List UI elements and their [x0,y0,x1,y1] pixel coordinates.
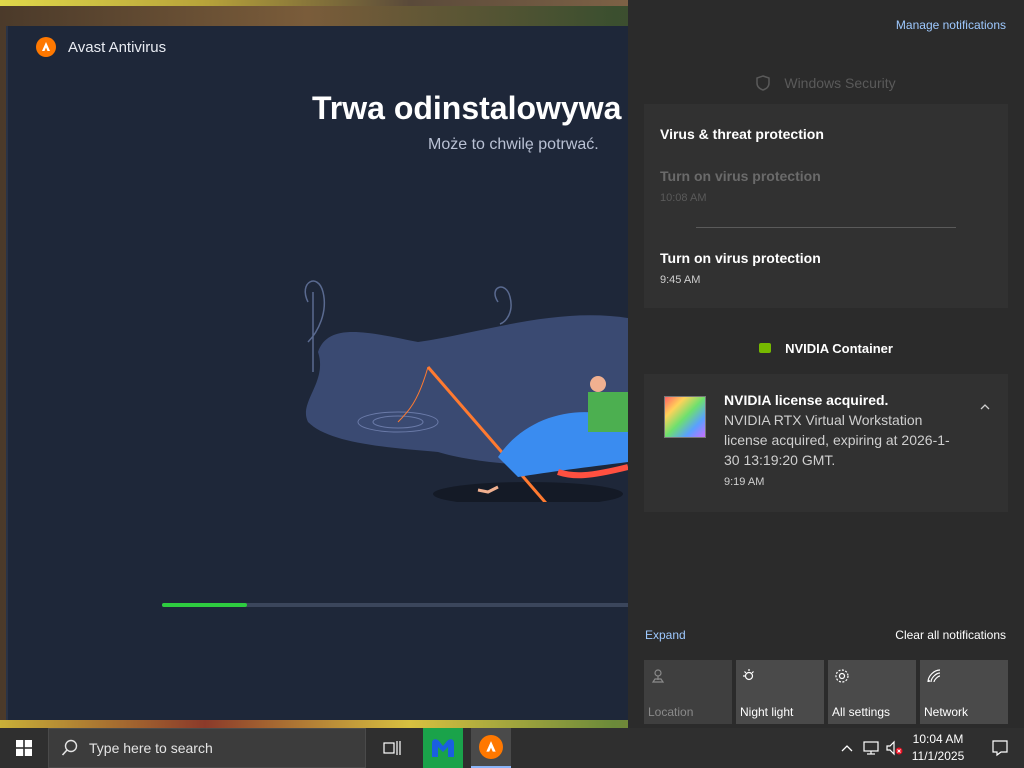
gear-icon [835,669,849,683]
quick-action-label: All settings [832,705,891,719]
quick-action-label: Network [924,705,969,719]
taskbar-app-malwarebytes[interactable] [423,728,463,768]
clock-date: 11/1/2025 [911,749,965,763]
malwarebytes-icon [432,739,454,757]
older-notification-title: Turn on virus protection [660,168,821,184]
quick-action-label: Night light [740,705,794,719]
task-view-icon [383,741,401,755]
taskbar: Type here to search 10:04 AM 11/1/2025 [0,728,1024,768]
quick-action-label: Location [648,705,694,719]
volume-muted-icon [886,740,903,756]
start-button[interactable] [0,728,48,768]
taskbar-search-box[interactable]: Type here to search [48,728,366,768]
avast-titlebar[interactable]: Avast Antivirus [8,26,630,68]
chevron-up-icon[interactable] [980,402,990,412]
night-light-icon [743,669,754,681]
avast-logo-icon [479,735,503,759]
avast-window-title: Avast Antivirus [68,38,167,56]
clear-all-notifications-button[interactable]: Clear all notifications [895,628,1006,642]
latest-notification-time: 9:45 AM [660,274,701,286]
avast-logo-icon [36,37,56,57]
show-hidden-icons-button[interactable] [836,728,858,768]
search-placeholder: Type here to search [89,740,213,756]
quick-action-all-settings[interactable]: All settings [828,660,916,724]
action-center-button[interactable] [976,728,1024,768]
nvidia-container-header: NVIDIA Container [628,336,1024,360]
clock-time: 10:04 AM [912,732,964,746]
uninstall-progress-fill [162,603,247,607]
task-view-button[interactable] [368,728,416,768]
windows-security-header: Windows Security [628,68,1024,98]
shield-icon [756,75,771,91]
action-center-panel: Manage notifications Windows Security Vi… [628,0,1024,728]
taskbar-clock[interactable]: 10:04 AM 11/1/2025 [910,731,966,765]
avast-window[interactable]: Avast Antivirus Trwa odinstalowywa Może … [6,26,630,720]
network-tray-icon[interactable] [860,728,882,768]
nvidia-notification[interactable]: NVIDIA license acquired. NVIDIA RTX Virt… [644,374,1008,512]
quick-action-location[interactable]: Location [644,660,732,724]
older-notification-time: 10:08 AM [660,192,707,204]
search-icon [61,739,78,756]
expand-button[interactable]: Expand [645,628,686,642]
location-icon [651,669,665,683]
group-title: Virus & threat protection [660,126,824,142]
latest-notification-title[interactable]: Turn on virus protection [660,250,821,266]
nvidia-notification-title: NVIDIA license acquired. [724,392,889,408]
nvidia-notification-time: 9:19 AM [724,476,765,488]
windows-security-notification-group[interactable]: Virus & threat protection Turn on virus … [644,104,1008,308]
uninstall-subheading: Może to chwilę potrwać. [428,136,599,153]
nvidia-notification-body: NVIDIA RTX Virtual Workstation license a… [724,412,950,468]
manage-notifications-link[interactable]: Manage notifications [896,18,1006,32]
notification-icon [992,740,1008,757]
fishing-illustration [304,280,630,502]
volume-tray-icon[interactable] [883,728,905,768]
taskbar-app-avast[interactable] [471,728,511,768]
uninstall-heading: Trwa odinstalowywa [312,90,622,126]
uninstall-progress-bar [162,603,630,607]
chevron-up-icon [841,745,853,752]
windows-security-app-name: Windows Security [784,75,896,91]
nvidia-icon [759,343,772,353]
network-icon [927,669,941,683]
quick-action-network[interactable]: Network [920,660,1008,724]
notification-divider [696,227,956,228]
windows-logo-icon [16,740,32,756]
nvidia-chip-icon [664,396,706,438]
monitor-network-icon [863,741,879,755]
nvidia-app-name: NVIDIA Container [785,340,893,356]
quick-action-night-light[interactable]: Night light [736,660,824,724]
